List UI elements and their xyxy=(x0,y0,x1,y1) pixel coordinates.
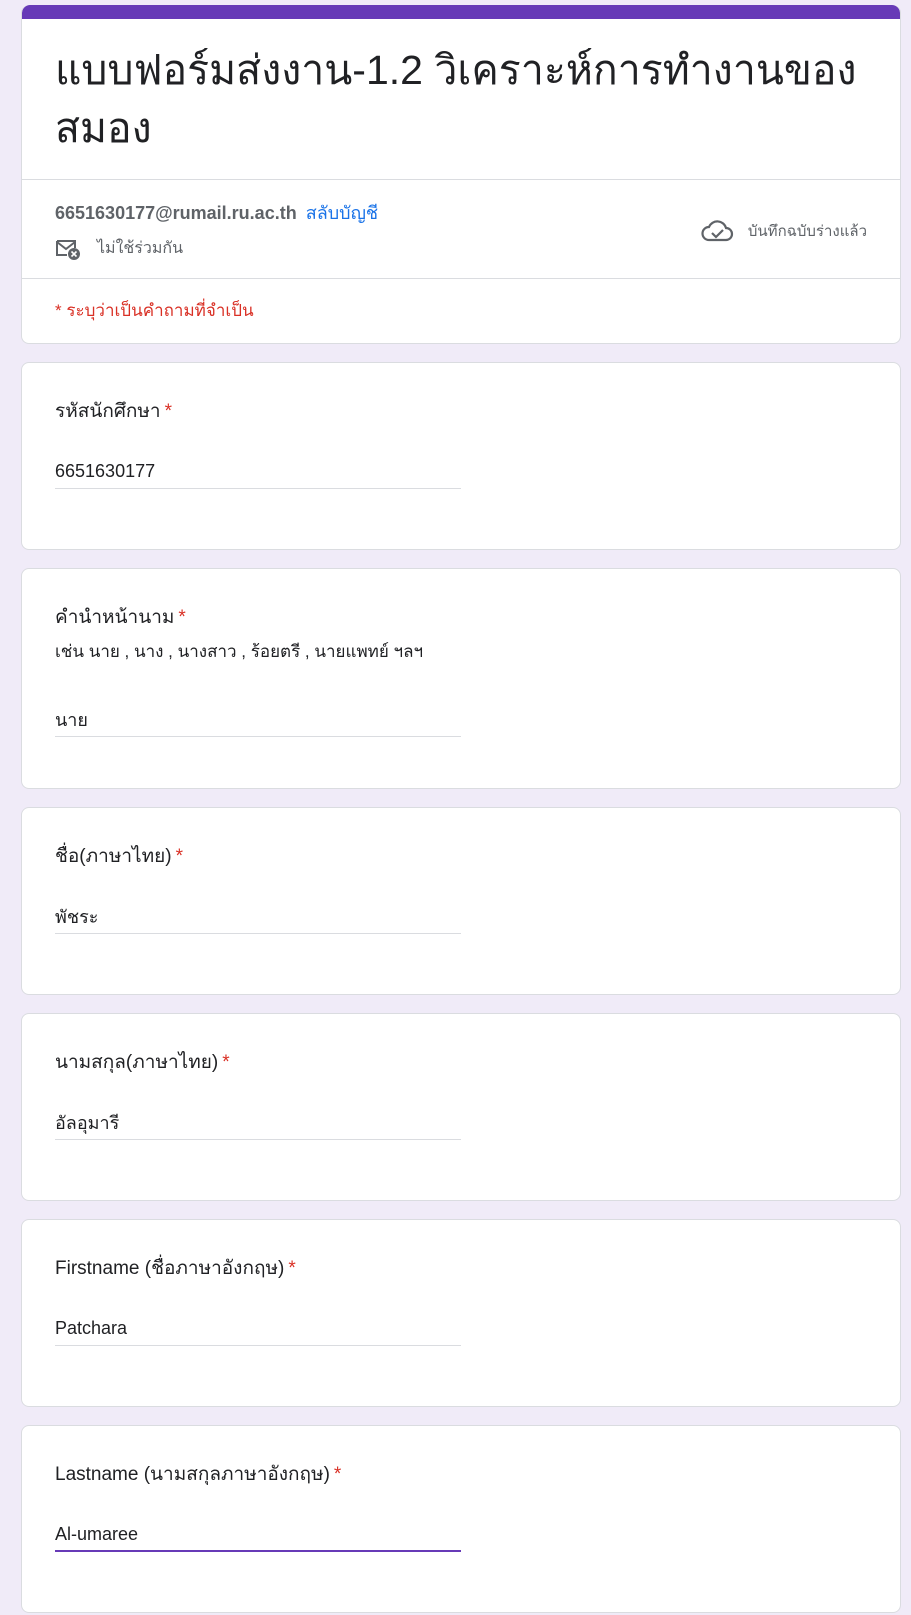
draft-saved-label: บันทึกฉบับร่างแล้ว xyxy=(747,223,867,240)
switch-account-link[interactable]: สลับบัญชี xyxy=(306,203,378,223)
header-accent-bar xyxy=(22,5,900,19)
question-student-id: รหัสนักศึกษา * xyxy=(21,362,901,550)
not-shared-indicator: ไม่ใช้ร่วมกัน xyxy=(55,236,183,261)
account-info: 6651630177@rumail.ru.ac.th สลับบัญชี xyxy=(55,198,378,227)
question-title-text: รหัสนักศึกษา xyxy=(55,401,161,422)
question-title-text: คำนำหน้านาม xyxy=(55,607,175,628)
question-thai-lastname: นามสกุล(ภาษาไทย) * xyxy=(21,1013,901,1201)
question-english-lastname: Lastname (นามสกุลภาษาอังกฤษ) * xyxy=(21,1425,901,1613)
required-asterisk: * xyxy=(164,401,172,422)
question-title: คำนำหน้านาม * xyxy=(55,605,867,631)
cloud-check-icon xyxy=(701,220,733,242)
question-title-text: Firstname (ชื่อภาษาอังกฤษ) xyxy=(55,1258,285,1279)
english-firstname-input[interactable] xyxy=(55,1318,461,1346)
question-prefix: คำนำหน้านาม * เช่น นาย , นาง , นางสาว , ร… xyxy=(21,568,901,789)
required-asterisk: * xyxy=(333,1464,342,1485)
student-id-input[interactable] xyxy=(55,461,461,489)
prefix-input[interactable] xyxy=(55,709,461,737)
not-shared-label: ไม่ใช้ร่วมกัน xyxy=(97,240,184,257)
question-title: Firstname (ชื่อภาษาอังกฤษ) * xyxy=(55,1256,867,1282)
thai-lastname-input[interactable] xyxy=(55,1112,461,1140)
mail-x-icon xyxy=(56,239,80,260)
account-email: 6651630177@rumail.ru.ac.th xyxy=(55,203,297,223)
draft-saved-status: บันทึกฉบับร่างแล้ว xyxy=(700,218,867,244)
question-title: รหัสนักศึกษา * xyxy=(55,399,867,425)
required-asterisk: * xyxy=(288,1258,296,1279)
required-asterisk: * xyxy=(222,1052,230,1073)
form-header-card: แบบฟอร์มส่งงาน-1.2 วิเคราะห์การทำงานของส… xyxy=(21,5,901,344)
question-english-firstname: Firstname (ชื่อภาษาอังกฤษ) * xyxy=(21,1219,901,1407)
question-title: Lastname (นามสกุลภาษาอังกฤษ) * xyxy=(55,1462,867,1488)
form-container: แบบฟอร์มส่งงาน-1.2 วิเคราะห์การทำงานของส… xyxy=(21,0,901,1613)
question-title-text: Lastname (นามสกุลภาษาอังกฤษ) xyxy=(55,1464,330,1485)
thai-firstname-input[interactable] xyxy=(55,906,461,934)
question-title: นามสกุล(ภาษาไทย) * xyxy=(55,1050,867,1076)
question-title-text: นามสกุล(ภาษาไทย) xyxy=(55,1052,219,1073)
form-title: แบบฟอร์มส่งงาน-1.2 วิเคราะห์การทำงานของส… xyxy=(55,47,857,151)
required-asterisk: * xyxy=(175,846,183,867)
question-title-text: ชื่อ(ภาษาไทย) xyxy=(55,846,172,867)
english-lastname-input[interactable] xyxy=(55,1524,461,1552)
question-thai-firstname: ชื่อ(ภาษาไทย) * xyxy=(21,807,901,995)
question-title: ชื่อ(ภาษาไทย) * xyxy=(55,844,867,870)
question-description: เช่น นาย , นาง , นางสาว , ร้อยตรี , นายแ… xyxy=(55,642,424,661)
required-asterisk: * xyxy=(178,607,186,628)
required-note: * ระบุว่าเป็นคำถามที่จำเป็น xyxy=(55,301,254,320)
account-row: 6651630177@rumail.ru.ac.th สลับบัญชี ไม่… xyxy=(22,180,900,278)
